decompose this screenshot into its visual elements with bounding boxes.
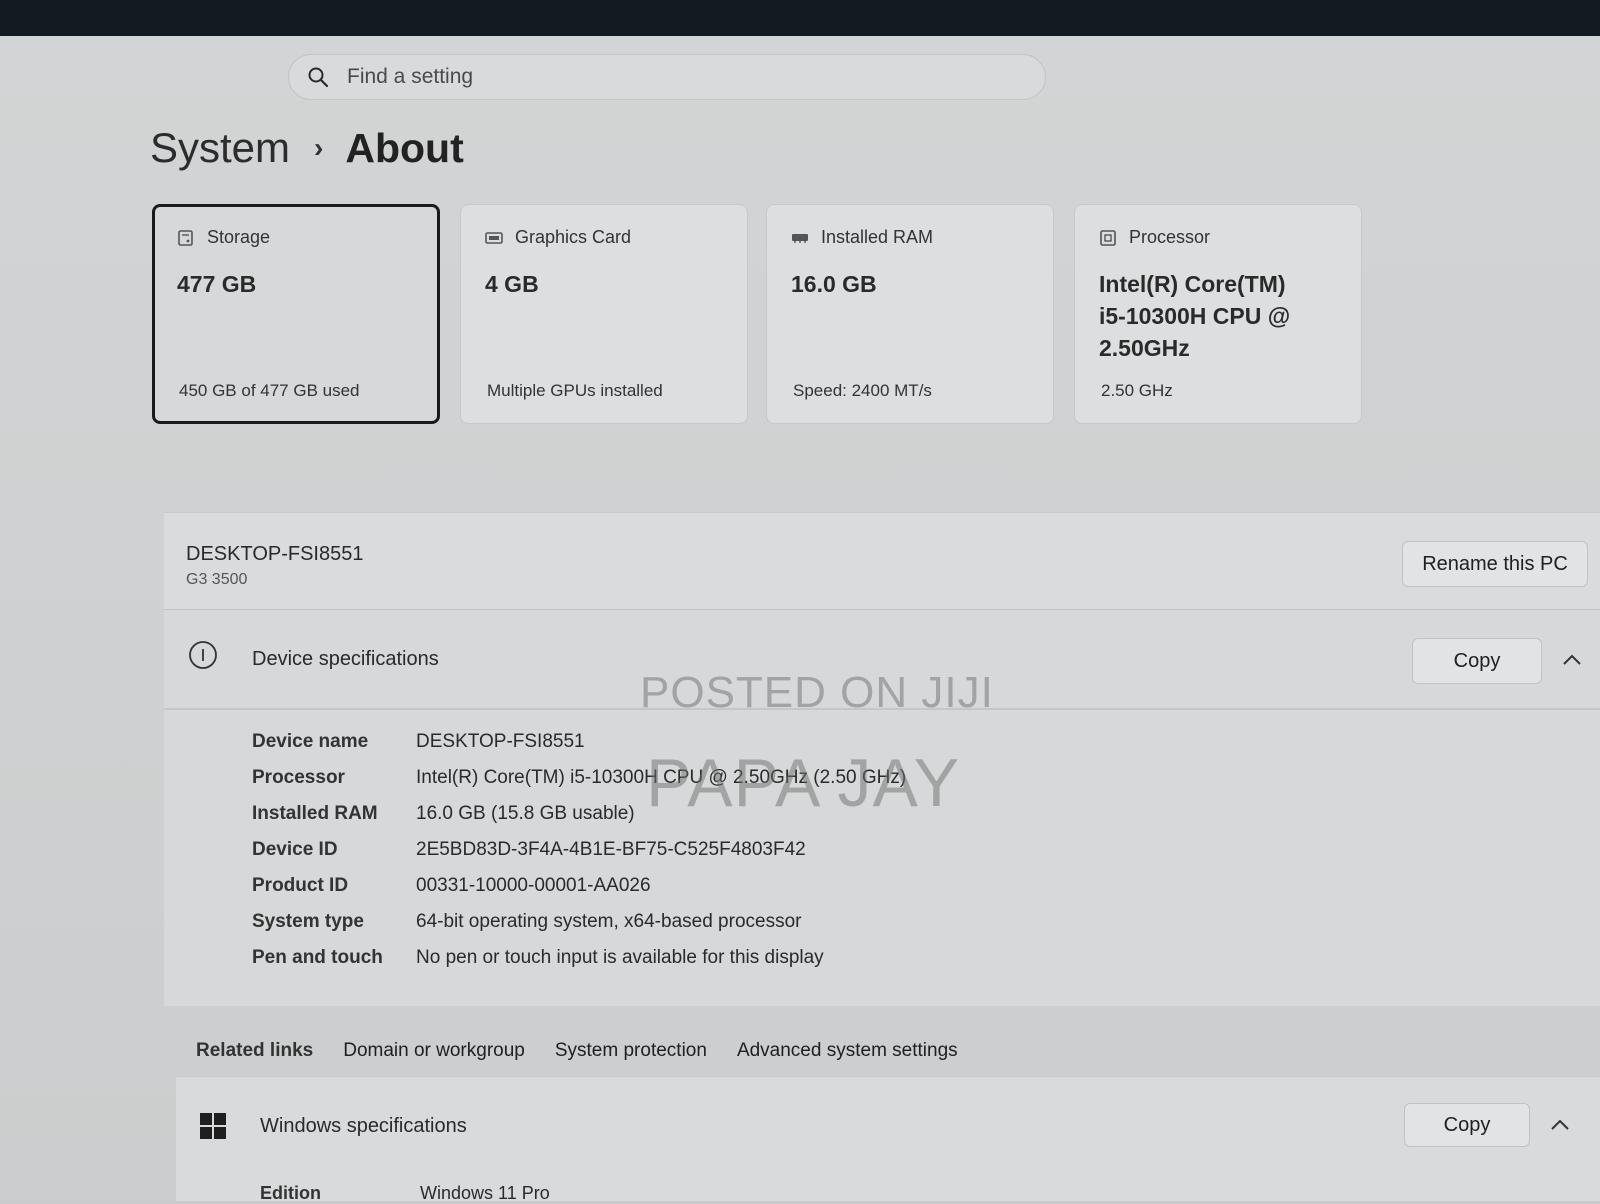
breadcrumb: System › About <box>150 124 464 172</box>
spec-label: Processor <box>252 767 345 788</box>
windows-specifications-title: Windows specifications <box>260 1115 467 1137</box>
related-links-label: Related links <box>196 1040 314 1061</box>
copy-windows-specs-button[interactable]: Copy <box>1404 1103 1530 1147</box>
storage-icon <box>178 229 193 246</box>
spec-label: Pen and touch <box>252 947 383 968</box>
advanced-system-settings-link[interactable]: Advanced system settings <box>737 1040 958 1062</box>
spec-value: No pen or touch input is available for t… <box>416 947 824 968</box>
spec-row-edition: Edition Windows 11 Pro <box>260 1183 550 1204</box>
spec-label: System type <box>252 911 364 932</box>
processor-card-value: Intel(R) Core(TM) i5-10300H CPU @ 2.50GH… <box>1099 271 1291 361</box>
search-box[interactable] <box>288 54 1046 100</box>
pc-model: G3 3500 <box>186 571 248 588</box>
storage-card-value: 477 GB <box>177 271 257 297</box>
settings-window: System › About Storage 477 GB 450 GB of … <box>0 36 1600 1204</box>
spec-value: 64-bit operating system, x64-based proce… <box>416 911 802 932</box>
spec-row-system-type: System type 64-bit operating system, x64… <box>252 904 906 940</box>
spec-label: Edition <box>260 1183 321 1203</box>
spec-label: Installed RAM <box>252 803 378 824</box>
search-input[interactable] <box>345 64 949 90</box>
processor-card-sub: 2.50 GHz <box>1101 381 1173 400</box>
breadcrumb-system[interactable]: System <box>150 124 290 172</box>
related-links-bar: Related links Domain or workgroup System… <box>174 1020 1600 1083</box>
installed-ram-card[interactable]: Installed RAM 16.0 GB Speed: 2400 MT/s <box>766 204 1054 424</box>
device-specifications-title: Device specifications <box>252 648 439 670</box>
windows-specifications-panel[interactable]: Windows specifications Copy Edition Wind… <box>176 1076 1600 1204</box>
graphics-card-icon <box>485 231 503 244</box>
ram-icon <box>792 233 808 243</box>
pc-name: DESKTOP-FSI8551 <box>186 543 364 565</box>
pc-name-panel: DESKTOP-FSI8551 G3 3500 Rename this PC <box>164 512 1600 611</box>
chevron-up-icon[interactable] <box>1562 654 1582 666</box>
spec-label: Product ID <box>252 875 349 896</box>
search-icon <box>308 67 329 88</box>
processor-card-title: Processor <box>1129 227 1211 247</box>
chevron-up-icon[interactable] <box>1550 1119 1570 1131</box>
spec-row-device-id: Device ID 2E5BD83D-3F4A-4B1E-BF75-C525F4… <box>252 832 906 868</box>
windows-logo-icon <box>200 1113 226 1139</box>
storage-card-sub: 450 GB of 477 GB used <box>179 381 360 400</box>
domain-or-workgroup-link[interactable]: Domain or workgroup <box>343 1040 525 1062</box>
monitor-top-bezel <box>0 0 1600 36</box>
spec-value: 00331-10000-00001-AA026 <box>416 875 651 896</box>
storage-card-title: Storage <box>207 227 271 247</box>
storage-card[interactable]: Storage 477 GB 450 GB of 477 GB used <box>152 204 440 424</box>
spec-row-product-id: Product ID 00331-10000-00001-AA026 <box>252 868 906 904</box>
spec-value: DESKTOP-FSI8551 <box>416 731 585 752</box>
processor-icon <box>1100 229 1116 246</box>
graphics-card-sub: Multiple GPUs installed <box>487 381 663 400</box>
system-protection-link[interactable]: System protection <box>555 1040 707 1062</box>
spec-value: 2E5BD83D-3F4A-4B1E-BF75-C525F4803F42 <box>416 839 806 860</box>
watermark-line-1: POSTED ON JIJI <box>640 668 994 717</box>
spec-label: Device name <box>252 731 369 752</box>
rename-pc-button[interactable]: Rename this PC <box>1402 541 1588 587</box>
graphics-card-card[interactable]: Graphics Card 4 GB Multiple GPUs install… <box>460 204 748 424</box>
spec-value: Windows 11 Pro <box>420 1183 550 1203</box>
info-icon <box>189 641 217 669</box>
watermark-line-2: PAPA JAY <box>646 745 961 821</box>
ram-card-sub: Speed: 2400 MT/s <box>793 381 932 400</box>
graphics-card-value: 4 GB <box>485 271 539 297</box>
spec-value: 16.0 GB (15.8 GB usable) <box>416 803 635 824</box>
processor-card[interactable]: Processor Intel(R) Core(TM) i5-10300H CP… <box>1074 204 1362 424</box>
copy-device-specs-button[interactable]: Copy <box>1412 638 1542 684</box>
spec-row-pen-and-touch: Pen and touch No pen or touch input is a… <box>252 940 906 976</box>
spec-label: Device ID <box>252 839 338 860</box>
page-title: About <box>345 124 464 171</box>
graphics-card-title: Graphics Card <box>515 227 632 247</box>
breadcrumb-separator: › <box>314 132 324 163</box>
ram-card-value: 16.0 GB <box>791 271 877 297</box>
ram-card-title: Installed RAM <box>821 227 934 247</box>
